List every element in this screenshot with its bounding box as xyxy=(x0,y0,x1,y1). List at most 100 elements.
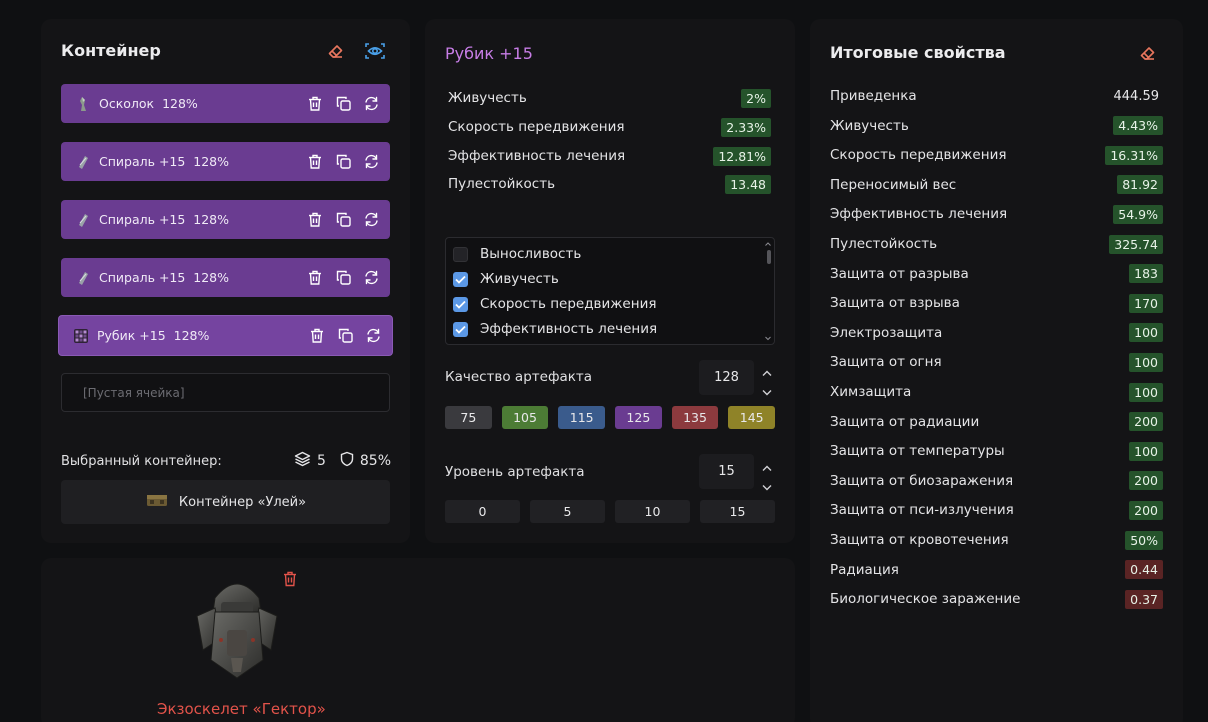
refresh-icon[interactable] xyxy=(362,153,380,171)
layers-icon xyxy=(294,451,311,471)
chevron-up-icon[interactable] xyxy=(762,362,772,381)
totals-property-value: 100 xyxy=(1129,382,1163,402)
artifact-title: Рубик +15 xyxy=(445,44,533,63)
quality-stepper[interactable] xyxy=(760,362,774,396)
checkbox[interactable] xyxy=(453,271,468,287)
totals-property-value: 100 xyxy=(1129,352,1163,372)
totals-property-value: 100 xyxy=(1129,323,1163,343)
level-preset-chip[interactable]: 15 xyxy=(700,500,775,523)
container-panel: Контейнер Осколок 128% Спираль +15 128% xyxy=(41,19,410,543)
totals-property-value: 325.74 xyxy=(1109,234,1163,254)
trash-icon[interactable] xyxy=(306,95,324,113)
totals-property-name: Защита от кровотечения xyxy=(830,532,1009,548)
property-name: Эффективность лечения xyxy=(448,148,626,164)
slot-label: Спираль +15 128% xyxy=(99,270,230,285)
trash-icon[interactable] xyxy=(308,327,326,345)
totals-row: Биологическое заражение 0.37 xyxy=(830,588,1163,610)
copy-icon[interactable] xyxy=(334,269,352,287)
quality-preset-chip[interactable]: 115 xyxy=(558,406,606,429)
property-value: 2% xyxy=(741,88,771,108)
copy-icon[interactable] xyxy=(336,327,354,345)
totals-property-value: 50% xyxy=(1125,530,1163,550)
level-preset-chip[interactable]: 10 xyxy=(615,500,690,523)
chevron-down-icon[interactable] xyxy=(762,381,772,400)
checkbox[interactable] xyxy=(453,246,468,262)
totals-row: Защита от температуры 100 xyxy=(830,440,1163,462)
chevron-up-icon[interactable] xyxy=(762,457,772,476)
container-slot-1[interactable]: Осколок 128% xyxy=(61,84,390,123)
totals-property-value: 200 xyxy=(1129,412,1163,432)
totals-property-name: Биологическое заражение xyxy=(830,591,1021,608)
level-stepper[interactable] xyxy=(760,457,774,491)
chevron-down-icon[interactable] xyxy=(762,476,772,495)
rubik-artifact-icon xyxy=(73,328,89,344)
container-name: Контейнер «Улей» xyxy=(178,494,307,510)
trash-icon[interactable] xyxy=(306,153,324,171)
refresh-icon[interactable] xyxy=(362,211,380,229)
checkbox[interactable] xyxy=(453,321,468,337)
shard-artifact-icon xyxy=(75,96,91,112)
checklist-item[interactable]: Живучесть xyxy=(453,269,559,289)
quality-preset-chip[interactable]: 105 xyxy=(501,406,549,429)
spiral-artifact-icon xyxy=(75,270,91,286)
container-slot-4[interactable]: Спираль +15 128% xyxy=(61,258,390,297)
copy-icon[interactable] xyxy=(334,95,352,113)
trash-icon[interactable] xyxy=(279,568,301,590)
level-preset-chip[interactable]: 5 xyxy=(530,500,605,523)
eraser-icon[interactable] xyxy=(325,40,347,62)
totals-property-name: Живучесть xyxy=(830,117,909,134)
totals-property-value: 0.44 xyxy=(1125,560,1163,580)
checklist-item[interactable]: Скорость передвижения xyxy=(453,294,656,314)
copy-icon[interactable] xyxy=(334,153,352,171)
quality-preset-chip[interactable]: 145 xyxy=(728,406,776,429)
checklist-item[interactable]: Эффективность лечения xyxy=(453,319,657,339)
totals-property-value: 170 xyxy=(1129,293,1163,313)
checkbox[interactable] xyxy=(453,296,468,312)
totals-row: Живучесть 4.43% xyxy=(830,115,1163,137)
eye-icon[interactable] xyxy=(364,40,386,62)
trash-icon[interactable] xyxy=(306,269,324,287)
trash-icon[interactable] xyxy=(306,211,324,229)
totals-property-value: 16.31% xyxy=(1105,145,1163,165)
selected-container-row: Выбранный контейнер: 5 85% xyxy=(61,451,391,471)
container-slot-5-active[interactable]: Рубик +15 128% xyxy=(58,315,393,356)
level-input[interactable] xyxy=(699,454,754,489)
property-name: Пулестойкость xyxy=(448,176,556,192)
totals-property-value: 0.37 xyxy=(1125,589,1163,609)
artifact-property-row: Эффективность лечения 12.81% xyxy=(448,145,771,167)
slot-label: Рубик +15 128% xyxy=(97,328,210,343)
slot-label: Спираль +15 128% xyxy=(99,212,230,227)
exoskeleton-image xyxy=(191,568,283,688)
checklist-item[interactable]: Выносливость xyxy=(453,244,581,264)
quality-presets: 75 105 115 125 135 145 xyxy=(445,406,776,429)
quality-preset-chip[interactable]: 135 xyxy=(671,406,719,429)
refresh-icon[interactable] xyxy=(362,95,380,113)
selected-container-label: Выбранный контейнер: xyxy=(61,453,222,469)
shield-icon xyxy=(340,451,354,471)
refresh-icon[interactable] xyxy=(364,327,382,345)
quality-preset-chip[interactable]: 75 xyxy=(445,406,492,429)
eraser-icon[interactable] xyxy=(1137,42,1159,64)
container-slot-3[interactable]: Спираль +15 128% xyxy=(61,200,390,239)
totals-row: Защита от пси-излучения 200 xyxy=(830,499,1163,521)
spiral-artifact-icon xyxy=(75,154,91,170)
quality-preset-chip[interactable]: 125 xyxy=(615,406,662,429)
empty-slot[interactable]: [Пустая ячейка] xyxy=(61,373,390,412)
totals-property-name: Защита от температуры xyxy=(830,443,1005,460)
copy-icon[interactable] xyxy=(334,211,352,229)
capacity-stat: 5 xyxy=(294,451,326,471)
quality-input[interactable] xyxy=(699,360,754,395)
totals-row: Защита от разрыва 183 xyxy=(830,263,1163,285)
totals-row: Защита от взрыва 170 xyxy=(830,292,1163,314)
slot-label: Спираль +15 128% xyxy=(99,154,230,169)
totals-panel: Итоговые свойства Приведенка 444.59 Живуче… xyxy=(810,19,1183,722)
checklist-label: Скорость передвижения xyxy=(480,296,657,312)
totals-title: Итоговые свойства xyxy=(830,43,1006,62)
container-slot-2[interactable]: Спираль +15 128% xyxy=(61,142,390,181)
level-preset-chip[interactable]: 0 xyxy=(445,500,520,523)
container-select-button[interactable]: Контейнер «Улей» xyxy=(61,480,390,524)
scrollbar-thumb[interactable] xyxy=(767,250,771,264)
artifact-property-row: Скорость передвижения 2.33% xyxy=(448,116,771,138)
refresh-icon[interactable] xyxy=(362,269,380,287)
totals-row: Переносимый вес 81.92 xyxy=(830,174,1163,196)
